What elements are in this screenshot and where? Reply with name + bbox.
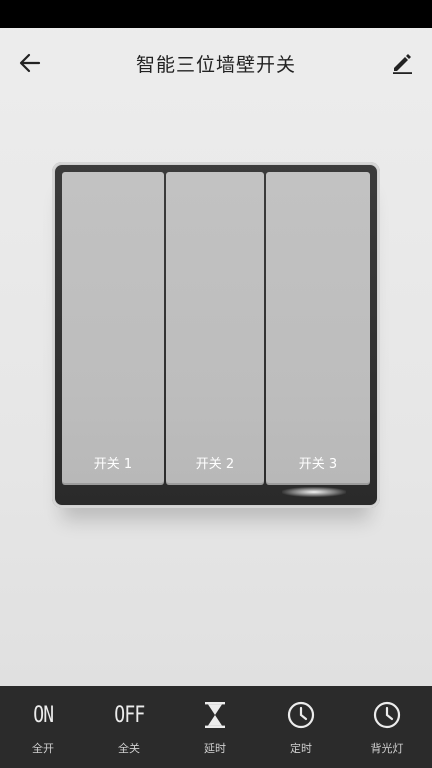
- clock-icon: [258, 700, 344, 730]
- status-bar: [0, 0, 432, 28]
- switch-3-label: 开关 3: [298, 457, 338, 472]
- delay-button[interactable]: 延时: [172, 686, 258, 768]
- switch-2-rocker[interactable]: 开关 2: [166, 172, 264, 485]
- switch-3-rocker[interactable]: 开关 3: [266, 172, 370, 485]
- delay-label: 延时: [204, 742, 226, 755]
- wall-switch-panel: 开关 1 开关 2 开关 3: [52, 162, 380, 508]
- back-arrow-icon: [19, 53, 41, 73]
- off-icon-text: OFF: [113, 702, 145, 728]
- backlight-button[interactable]: 背光灯: [344, 686, 430, 768]
- all-off-label: 全关: [118, 742, 140, 755]
- all-on-label: 全开: [32, 742, 54, 755]
- on-icon-text: ON: [32, 702, 54, 728]
- switch-1-rocker[interactable]: 开关 1: [62, 172, 164, 485]
- clock-icon: [344, 700, 430, 730]
- all-on-button[interactable]: ON 全开: [0, 686, 86, 768]
- back-button[interactable]: [12, 48, 48, 78]
- edit-button[interactable]: [384, 48, 420, 78]
- hourglass-icon: [172, 700, 258, 730]
- page-title: 智能三位墙壁开关: [135, 54, 296, 76]
- backlight-label: 背光灯: [370, 742, 404, 755]
- pencil-icon: [393, 54, 412, 74]
- switch-3-indicator-glow: [282, 487, 346, 497]
- off-icon: OFF: [86, 700, 172, 730]
- timer-label: 定时: [290, 742, 312, 755]
- switch-1-label: 开关 1: [93, 457, 133, 472]
- all-off-button[interactable]: OFF 全关: [86, 686, 172, 768]
- bottom-toolbar: ON 全开 OFF 全关 延时 定时 背光灯: [0, 686, 432, 768]
- switch-2-label: 开关 2: [195, 457, 235, 472]
- header: 智能三位墙壁开关: [0, 28, 432, 98]
- timer-button[interactable]: 定时: [258, 686, 344, 768]
- on-icon: ON: [0, 700, 86, 730]
